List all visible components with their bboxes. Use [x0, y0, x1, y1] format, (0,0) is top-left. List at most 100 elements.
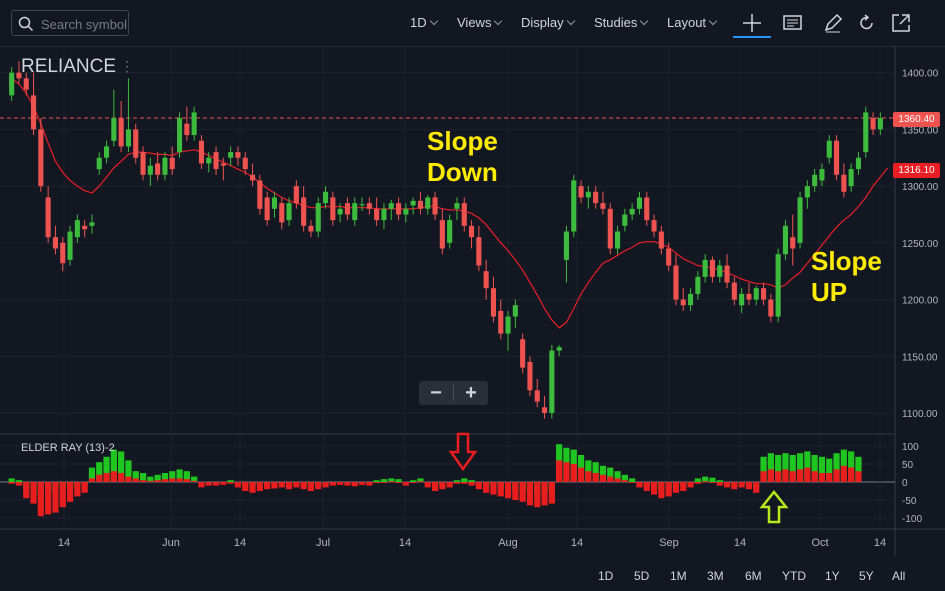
- candle-body: [432, 197, 438, 215]
- symbol-title[interactable]: RELIANCE: [21, 56, 116, 78]
- candle-body: [863, 112, 869, 153]
- candle-body: [374, 208, 380, 221]
- candle: [695, 271, 701, 300]
- bear-power-bar: [614, 478, 621, 482]
- zoom-out-button[interactable]: −: [419, 381, 453, 405]
- candle: [614, 225, 621, 255]
- candle-body: [213, 152, 219, 170]
- candle: [454, 197, 460, 221]
- bear-power-bar: [782, 469, 789, 482]
- bear-power-bar: [563, 462, 570, 482]
- candle-body: [629, 208, 635, 215]
- bear-power-bar: [738, 482, 745, 488]
- candle-body: [279, 203, 285, 223]
- candle-body: [322, 191, 329, 204]
- candle: [395, 197, 402, 221]
- candle-body: [162, 157, 168, 175]
- bear-power-bar: [264, 482, 271, 490]
- candle-body: [344, 203, 351, 215]
- candle: [30, 72, 37, 136]
- candle-body: [760, 288, 767, 300]
- bear-power-bar: [358, 482, 366, 485]
- candle: [293, 180, 299, 209]
- candle: [425, 195, 431, 215]
- candle: [111, 89, 117, 147]
- zoom-controls: − +: [419, 381, 488, 405]
- bull-power-bar: [694, 478, 701, 482]
- range-1m[interactable]: 1M: [670, 569, 687, 583]
- slope-down-line-2: Down: [427, 157, 498, 187]
- candle-body: [687, 293, 694, 306]
- range-bar: 1D 5D 1M 3M 6M YTD 1Y 5Y All: [0, 556, 945, 591]
- candle: [571, 174, 577, 238]
- bear-power-bar: [176, 478, 183, 482]
- time-tick-label: Jul: [316, 537, 330, 549]
- study-title[interactable]: ELDER RAY (13)-2: [21, 442, 115, 454]
- bear-power-bar: [796, 469, 804, 482]
- candle-body: [680, 299, 686, 306]
- range-1y[interactable]: 1Y: [825, 569, 840, 583]
- bear-power-bar: [271, 482, 278, 489]
- bear-power-bar: [37, 482, 44, 517]
- bear-power-bar: [15, 482, 23, 486]
- bear-power-bar: [680, 482, 687, 491]
- bear-power-bar: [643, 482, 650, 491]
- time-tick-label: 14: [234, 537, 246, 549]
- candle: [191, 106, 197, 141]
- bear-power-bar: [300, 482, 307, 490]
- bear-power-bar: [191, 480, 198, 482]
- bear-power-bar: [607, 476, 614, 482]
- candle-body: [155, 163, 161, 175]
- candle: [651, 214, 657, 238]
- candle: [228, 146, 234, 166]
- range-all[interactable]: All: [892, 569, 905, 583]
- candle: [644, 191, 650, 226]
- bear-power-bar: [848, 467, 855, 482]
- candle: [702, 254, 708, 283]
- candle-body: [607, 208, 613, 249]
- candle: [629, 203, 635, 221]
- bear-power-bar: [731, 482, 738, 490]
- range-6m[interactable]: 6M: [745, 569, 762, 583]
- range-ytd[interactable]: YTD: [782, 569, 806, 583]
- candle-body: [644, 197, 650, 221]
- candle: [439, 208, 445, 255]
- candle: [155, 152, 161, 181]
- candle: [768, 293, 774, 323]
- bear-power-bar: [30, 482, 37, 504]
- bear-power-bar: [723, 482, 731, 488]
- candle: [103, 140, 110, 164]
- candle: [760, 282, 767, 306]
- range-3m[interactable]: 3M: [707, 569, 724, 583]
- range-5y[interactable]: 5Y: [859, 569, 874, 583]
- candle: [374, 197, 380, 226]
- candle-body: [337, 208, 343, 215]
- candle-body: [746, 293, 752, 300]
- price-chart[interactable]: 1100.00 1150.00 1200.00 1250.00 1300.00 1350.…: [0, 0, 945, 556]
- elder-ray-layer: [8, 444, 862, 517]
- bear-power-bar: [753, 482, 760, 493]
- bear-power-bar: [74, 482, 81, 497]
- candle: [352, 197, 358, 226]
- bear-power-bar: [556, 460, 563, 482]
- candle-body: [38, 129, 44, 187]
- candle: [125, 78, 132, 153]
- time-tick-label: 14: [874, 537, 886, 549]
- candle: [534, 378, 540, 408]
- more-vert-icon[interactable]: ⋮: [120, 58, 134, 75]
- range-1d[interactable]: 1D: [598, 569, 613, 583]
- candle-body: [74, 220, 80, 238]
- bear-power-bar: [548, 482, 555, 504]
- bear-power-bar: [205, 482, 212, 486]
- price-tick-label: 1150.00: [902, 352, 938, 363]
- zoom-in-button[interactable]: +: [454, 381, 488, 405]
- bull-power-bar: [716, 480, 723, 482]
- time-tick-label: Oct: [811, 537, 828, 549]
- candle: [147, 157, 153, 187]
- candle: [45, 186, 51, 243]
- range-5d[interactable]: 5D: [634, 569, 649, 583]
- bear-power-bar: [118, 473, 125, 482]
- candle-body: [103, 146, 110, 158]
- bull-power-bar: [461, 478, 468, 482]
- bear-power-bar: [242, 482, 249, 491]
